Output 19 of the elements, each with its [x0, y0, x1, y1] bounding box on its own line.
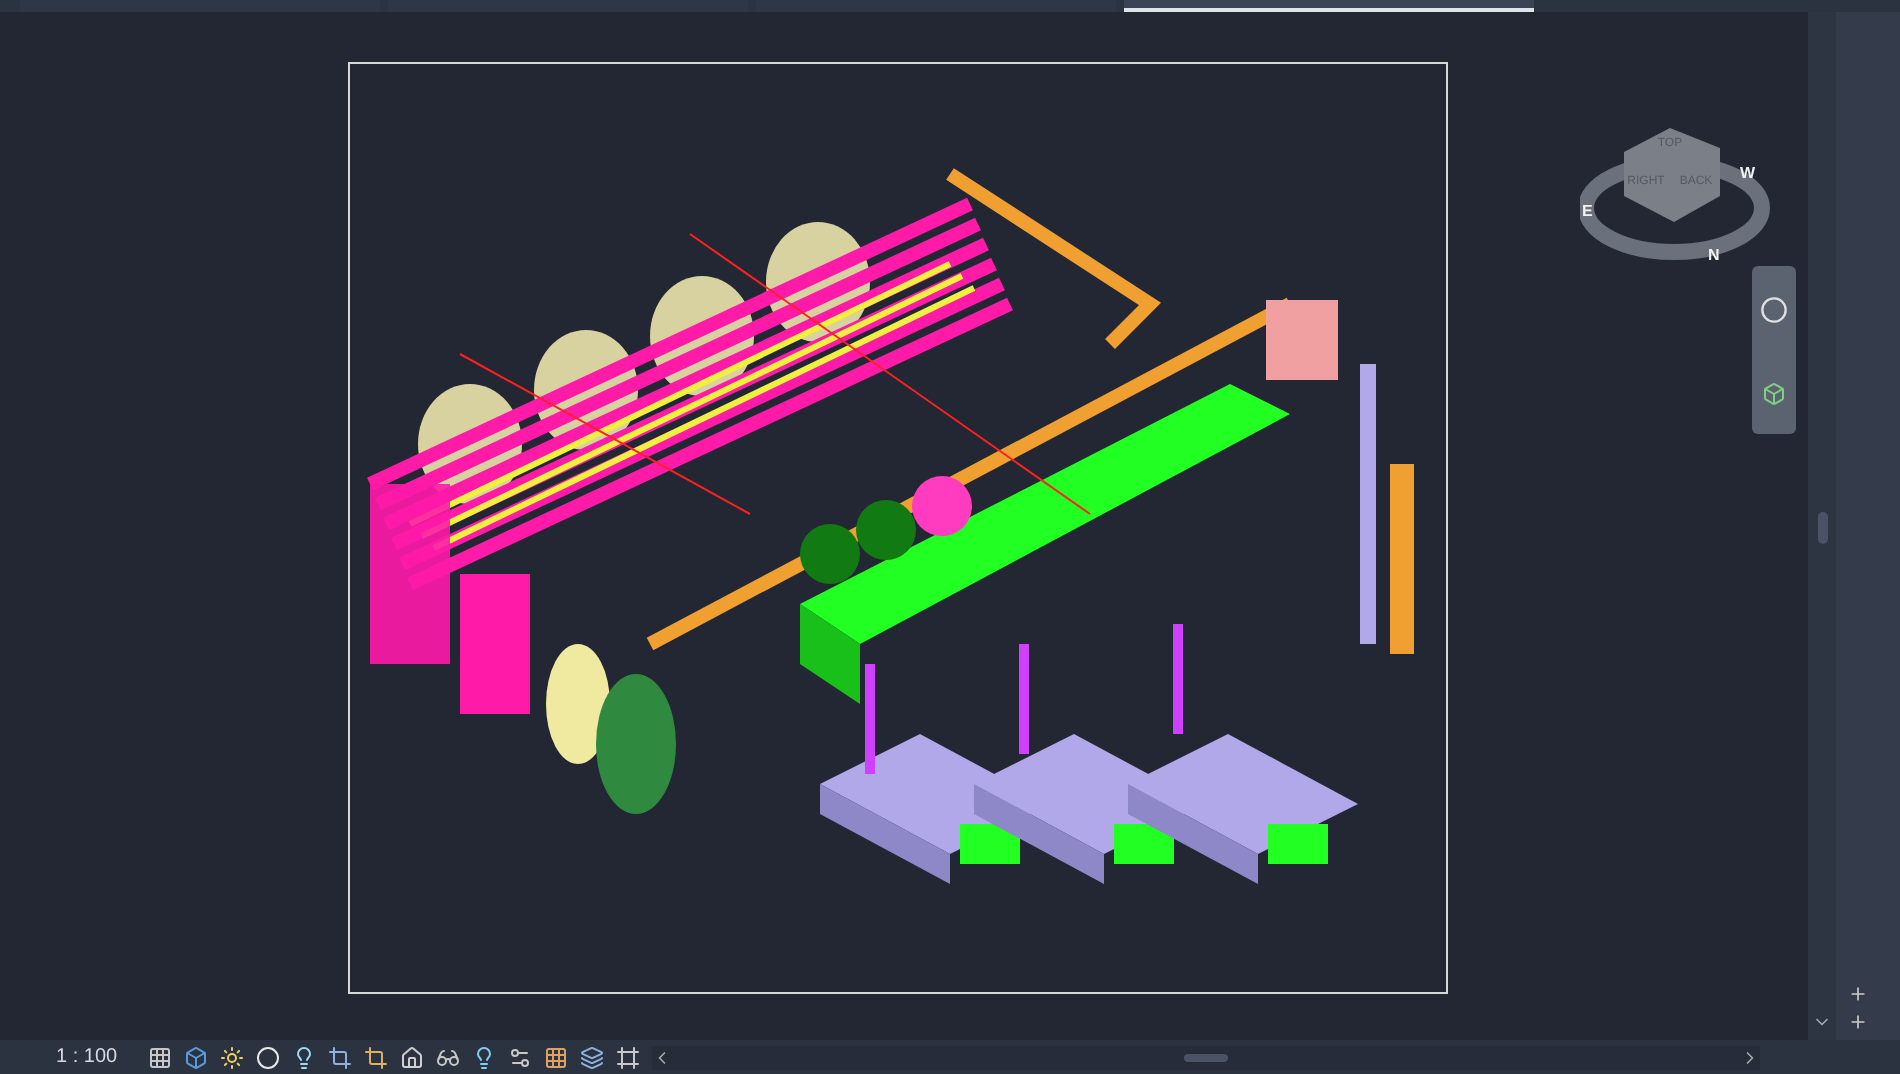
document-tab[interactable]	[1124, 0, 1534, 12]
grid-icon[interactable]	[544, 1045, 568, 1069]
grid-icon[interactable]	[148, 1045, 172, 1069]
lightbulb-icon[interactable]	[292, 1045, 316, 1069]
lightbulb-icon[interactable]	[472, 1045, 496, 1069]
navigation-bar[interactable]	[1752, 266, 1796, 434]
horizontal-scrollbar[interactable]	[652, 1045, 1760, 1069]
plus-icon[interactable]	[1848, 1012, 1868, 1032]
crop-icon[interactable]	[364, 1045, 388, 1069]
view-scale[interactable]: 1 : 100	[56, 1046, 136, 1068]
scrollbar-thumb[interactable]	[1184, 1053, 1228, 1061]
plus-icon[interactable]	[1848, 984, 1868, 1004]
glasses-icon[interactable]	[436, 1045, 460, 1069]
house-icon[interactable]	[400, 1045, 424, 1069]
sun-icon[interactable]	[220, 1045, 244, 1069]
cube-icon[interactable]	[184, 1045, 208, 1069]
crop-icon[interactable]	[328, 1045, 352, 1069]
scrollbar-thumb[interactable]	[1817, 512, 1827, 544]
layers-icon[interactable]	[580, 1045, 604, 1069]
